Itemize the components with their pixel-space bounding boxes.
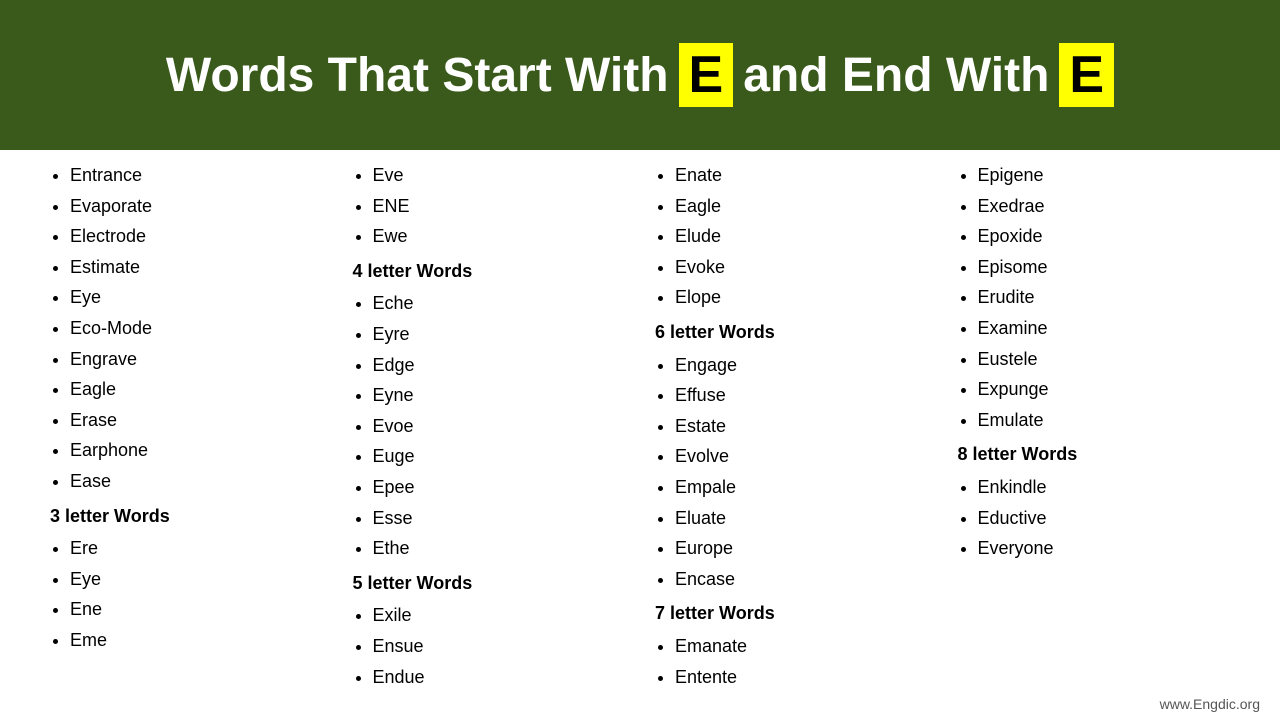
list-item: Evolve bbox=[675, 441, 938, 472]
list-item: Eye bbox=[70, 564, 333, 595]
list-item: Elope bbox=[675, 282, 938, 313]
column-1: EntranceEvaporateElectrodeEstimateEyeEco… bbox=[40, 160, 343, 710]
list-item: Eagle bbox=[70, 374, 333, 405]
page-header: Words That Start With E and End With E bbox=[0, 0, 1280, 150]
list-item: Examine bbox=[978, 313, 1241, 344]
column-4: EpigeneExedraeEpoxideEpisomeEruditeExami… bbox=[948, 160, 1251, 710]
list-item: Engrave bbox=[70, 344, 333, 375]
list-item: Evoe bbox=[373, 411, 636, 442]
section-heading: 5 letter Words bbox=[353, 568, 636, 599]
section-heading: 8 letter Words bbox=[958, 439, 1241, 470]
list-item: Eagle bbox=[675, 191, 938, 222]
list-item: Eche bbox=[373, 288, 636, 319]
list-item: Europe bbox=[675, 533, 938, 564]
list-item: ENE bbox=[373, 191, 636, 222]
list-item: Expunge bbox=[978, 374, 1241, 405]
list-item: Engage bbox=[675, 350, 938, 381]
list-item: Enate bbox=[675, 160, 938, 191]
list-item: Esse bbox=[373, 503, 636, 534]
list-item: Empale bbox=[675, 472, 938, 503]
list-item: Exile bbox=[373, 600, 636, 631]
list-item: Epigene bbox=[978, 160, 1241, 191]
list-item: Encase bbox=[675, 564, 938, 595]
list-item: Erudite bbox=[978, 282, 1241, 313]
footer-text: www.Engdic.org bbox=[1160, 696, 1260, 712]
list-item: Ewe bbox=[373, 221, 636, 252]
letter-e-1: E bbox=[679, 43, 734, 107]
list-item: Everyone bbox=[978, 533, 1241, 564]
list-item: Epee bbox=[373, 472, 636, 503]
list-item: Episome bbox=[978, 252, 1241, 283]
list-item: Ere bbox=[70, 533, 333, 564]
title-prefix: Words That Start With bbox=[166, 48, 669, 103]
list-item: Euge bbox=[373, 441, 636, 472]
letter-e-2: E bbox=[1059, 43, 1114, 107]
list-item: Eductive bbox=[978, 503, 1241, 534]
list-item: Eco-Mode bbox=[70, 313, 333, 344]
list-item: Evoke bbox=[675, 252, 938, 283]
list-item: Endue bbox=[373, 662, 636, 693]
list-item: Effuse bbox=[675, 380, 938, 411]
list-item: Ease bbox=[70, 466, 333, 497]
list-item: Emulate bbox=[978, 405, 1241, 436]
list-item: Ene bbox=[70, 594, 333, 625]
list-item: Estimate bbox=[70, 252, 333, 283]
list-item: Exedrae bbox=[978, 191, 1241, 222]
list-item: Entrance bbox=[70, 160, 333, 191]
list-item: Enkindle bbox=[978, 472, 1241, 503]
list-item: Ensue bbox=[373, 631, 636, 662]
list-item: Edge bbox=[373, 350, 636, 381]
column-3: EnateEagleEludeEvokeElope6 letter WordsE… bbox=[645, 160, 948, 710]
list-item: Evaporate bbox=[70, 191, 333, 222]
column-2: EveENEEwe4 letter WordsEcheEyreEdgeEyneE… bbox=[343, 160, 646, 710]
list-item: Epoxide bbox=[978, 221, 1241, 252]
page-title: Words That Start With E and End With E bbox=[166, 43, 1114, 107]
list-item: Eyre bbox=[373, 319, 636, 350]
list-item: Eme bbox=[70, 625, 333, 656]
list-item: Electrode bbox=[70, 221, 333, 252]
list-item: Eyne bbox=[373, 380, 636, 411]
list-item: Earphone bbox=[70, 435, 333, 466]
list-item: Estate bbox=[675, 411, 938, 442]
list-item: Erase bbox=[70, 405, 333, 436]
list-item: Emanate bbox=[675, 631, 938, 662]
list-item: Ethe bbox=[373, 533, 636, 564]
section-heading: 6 letter Words bbox=[655, 317, 938, 348]
section-heading: 3 letter Words bbox=[50, 501, 333, 532]
main-content: EntranceEvaporateElectrodeEstimateEyeEco… bbox=[0, 150, 1280, 720]
list-item: Elude bbox=[675, 221, 938, 252]
list-item: Eye bbox=[70, 282, 333, 313]
title-middle: and End With bbox=[743, 48, 1049, 103]
list-item: Eustele bbox=[978, 344, 1241, 375]
section-heading: 4 letter Words bbox=[353, 256, 636, 287]
section-heading: 7 letter Words bbox=[655, 598, 938, 629]
list-item: Entente bbox=[675, 662, 938, 693]
list-item: Eluate bbox=[675, 503, 938, 534]
list-item: Eve bbox=[373, 160, 636, 191]
